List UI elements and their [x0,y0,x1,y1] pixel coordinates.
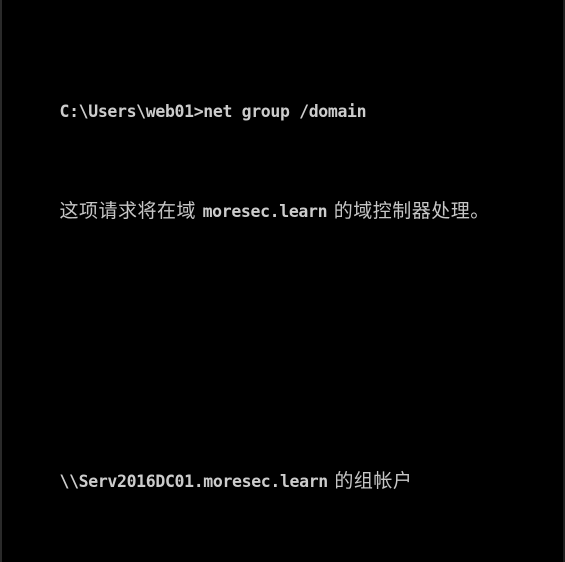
group-accounts-label: 的组帐户 [327,470,413,493]
server-header-line: \\Serv2016DC01.moresec.learn 的组帐户 [2,445,563,492]
prompt-command-text: C:\Users\web01>net group /domain [59,102,367,122]
domain-notice-suffix: 的域控制器处理。 [327,199,490,222]
console-output-area[interactable]: C:\Users\web01>net group /domain 这项请求将在域… [2,2,563,562]
domain-notice-prefix: 这项请求将在域 [59,199,203,222]
domain-notice-line: 这项请求将在域 moresec.learn 的域控制器处理。 [2,174,563,222]
command-prompt-window[interactable]: C:\Users\web01>net group /domain 这项请求将在域… [0,0,565,562]
command-prompt-line: C:\Users\web01>net group /domain [2,76,563,121]
server-unc-path: \\Serv2016DC01.moresec.learn [59,472,329,492]
domain-name-text: moresec.learn [202,201,328,221]
